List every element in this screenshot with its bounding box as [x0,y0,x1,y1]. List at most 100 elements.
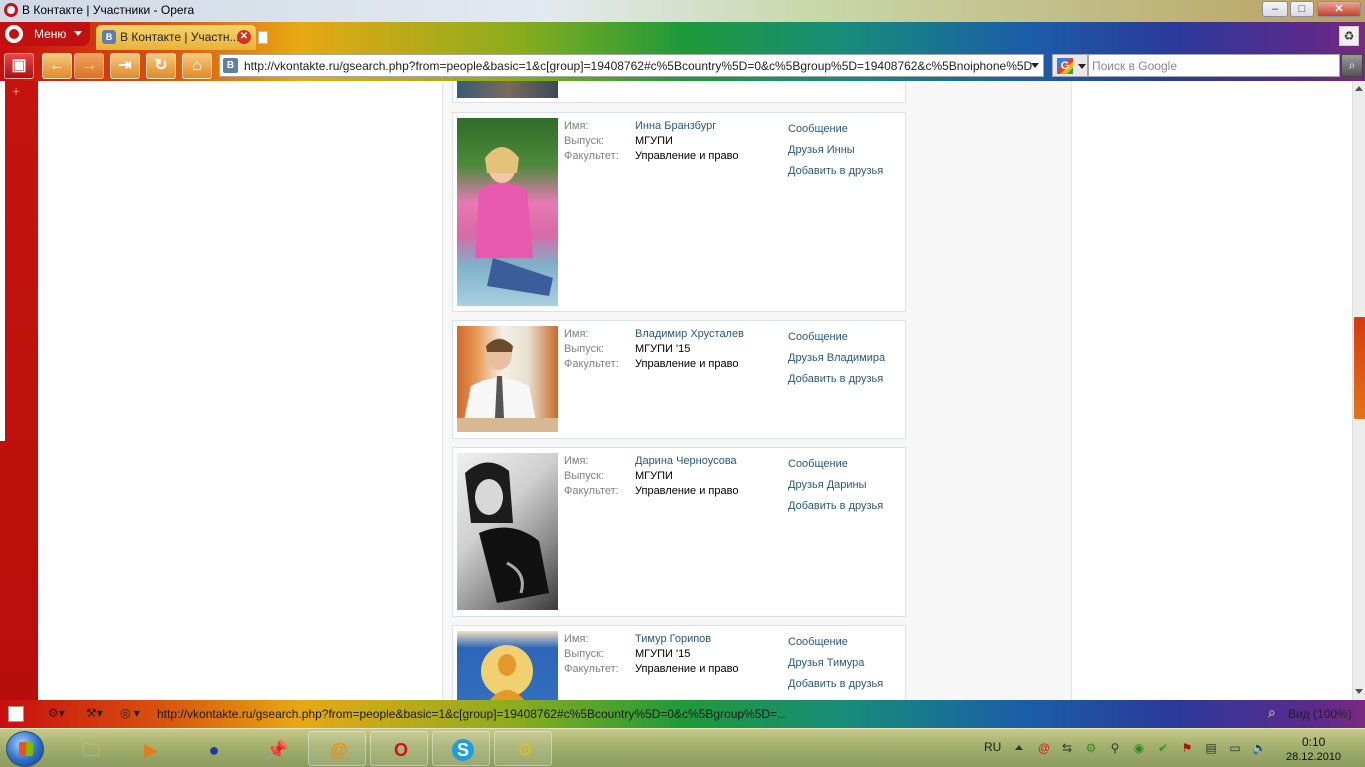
vertical-scrollbar[interactable] [1352,81,1365,700]
windows-taskbar: 🗀 ▶ ● 📌 @ O S ⚙ RU @ ⇆ ⚙ ⚲ ◉ ✔ ⚑ ▤ ▭ 🔈 0… [0,728,1365,767]
taskbar-media-player[interactable]: ▶ [120,731,178,766]
google-icon: G [1057,58,1073,74]
fast-forward-button[interactable]: ⇥ [110,53,140,79]
add-friend-link[interactable]: Добавить в друзья [788,500,883,512]
photo-figure [457,338,558,432]
new-tab-button[interactable] [258,31,268,44]
address-field[interactable]: В http://vkontakte.ru/gsearch.php?from=p… [219,54,1044,77]
add-friend-link[interactable]: Добавить в друзья [788,678,883,690]
profile-photo[interactable] [457,631,558,700]
zoom-icon[interactable]: ⌕ [1268,704,1276,721]
status-url: http://vkontakte.ru/gsearch.php?from=peo… [157,707,788,721]
view-friends-link[interactable]: Друзья Владимира [788,352,885,364]
add-friend-link[interactable]: Добавить в друзья [788,165,883,177]
taskbar-skype[interactable]: S [432,731,490,766]
view-friends-link[interactable]: Друзья Дарины [788,479,867,491]
close-tab-icon[interactable]: ✕ [237,30,251,44]
profile-name-link[interactable]: Тимур Горипов [635,633,711,645]
taskbar-explorer[interactable]: 🗀 [60,731,118,766]
chevron-down-icon[interactable] [1031,63,1039,68]
taskbar-opera[interactable]: O [370,731,428,766]
search-icon[interactable]: ⌕ [1341,54,1363,77]
close-window-button[interactable]: ✕ [1317,1,1361,17]
opera-menu-button[interactable]: Меню [0,22,90,46]
volume-icon[interactable]: 🔈 [1252,741,1267,755]
clock-time[interactable]: 0:10 [1302,735,1325,749]
search-input[interactable] [1088,54,1340,77]
profile-photo[interactable] [457,81,558,98]
result-card-partial [452,81,906,103]
antivirus-tray-icon[interactable]: ◉ [1132,741,1146,755]
panel-toggle-icon[interactable] [8,706,24,722]
tab-vkontakte[interactable]: В В Контакте | Участн... ✕ [96,25,256,50]
security-tray-icon[interactable]: ✔ [1156,741,1170,755]
window-title: В Контакте | Участники - Opera [22,3,195,17]
agent-icon: ● [208,740,220,760]
profile-name-link[interactable]: Инна Бранзбург [635,120,716,132]
faculty-value: Управление и право [635,358,739,370]
scroll-down-arrow-icon[interactable] [1355,689,1363,694]
images-icon[interactable]: ⚒▾ [86,706,103,720]
send-message-link[interactable]: Сообщение [788,123,848,135]
flag-tray-icon[interactable]: ⚑ [1180,741,1194,755]
send-message-link[interactable]: Сообщение [788,331,848,343]
chevron-down-icon [1078,64,1086,69]
forward-button[interactable]: → [74,53,104,79]
field-label-name: Имя: [564,455,589,467]
send-message-link[interactable]: Сообщение [788,458,848,470]
field-label-year: Выпуск: [564,648,604,660]
send-message-link[interactable]: Сообщение [788,636,848,648]
graduation-year: МГУПИ '15 [635,343,691,355]
opera-logo-icon [5,25,23,43]
field-label-faculty: Факультет: [564,358,619,370]
search-engine-selector[interactable]: G [1052,54,1088,77]
skype-icon: S [452,739,474,761]
taskbar-app[interactable]: ⚙ [494,731,552,766]
maximize-button[interactable]: □ [1290,1,1314,17]
taskbar-mail-agent[interactable]: @ [308,731,366,766]
mail-tray-icon[interactable]: @ [1037,741,1051,755]
profile-name-link[interactable]: Дарина Черноусова [635,455,737,467]
add-friend-link[interactable]: Добавить в друзья [788,373,883,385]
back-button[interactable]: ← [42,53,72,79]
taskbar-pin-app[interactable]: 📌 [246,731,304,766]
usb-tray-icon[interactable]: ⚲ [1108,741,1122,755]
photo-figure [481,645,533,700]
minimize-button[interactable]: – [1262,1,1288,17]
window-title-bar: В Контакте | Участники - Opera – □ ✕ [0,0,1365,22]
menu-label: Меню [34,27,67,41]
zoom-level[interactable]: Вид (100%) [1288,707,1352,721]
clock-date[interactable]: 28.12.2010 [1286,751,1341,763]
scroll-up-arrow-icon[interactable] [1355,86,1363,91]
network-tray-icon[interactable]: ⇆ [1060,741,1074,755]
show-hidden-icons-icon[interactable] [1015,745,1023,750]
language-indicator[interactable]: RU [984,740,1001,754]
profile-photo[interactable] [457,326,558,432]
taskbar-agent[interactable]: ● [183,731,241,766]
trash-can-icon[interactable]: ♻ [1339,26,1359,46]
view-friends-link[interactable]: Друзья Тимура [788,657,864,669]
profile-name-link[interactable]: Владимир Хрусталев [635,328,744,340]
scrollbar-thumb[interactable] [1354,317,1365,419]
graduation-year: МГУПИ '15 [635,648,691,660]
settings-tray-icon[interactable]: ⚙ [1084,741,1098,755]
view-friends-link[interactable]: Друзья Инны [788,144,855,156]
speed-dial-icon[interactable]: ◎ ▾ [120,706,140,720]
device-tray-icon[interactable]: ▤ [1204,741,1218,755]
folder-icon: 🗀 [82,740,100,760]
panel-toggle-button[interactable]: ▣ [4,53,34,79]
tab-title: В Контакте | Участн... [120,30,240,44]
tab-bar: Меню В В Контакте | Участн... ✕ ♻ [0,22,1365,50]
result-card: Имя: Тимур Горипов Выпуск: МГУПИ '15 Фак… [452,625,906,700]
start-button[interactable] [6,731,44,767]
add-panel-icon[interactable]: + [12,83,20,99]
turbo-icon[interactable]: ⚙▾ [48,706,65,720]
reload-button[interactable]: ↻ [146,53,176,79]
profile-photo[interactable] [457,118,558,306]
graduation-year: МГУПИ [635,470,673,482]
home-button[interactable]: ⌂ [182,53,212,79]
display-tray-icon[interactable]: ▭ [1228,741,1242,755]
profile-photo[interactable] [457,453,558,610]
pushpin-icon: 📌 [266,740,289,760]
address-text[interactable]: http://vkontakte.ru/gsearch.php?from=peo… [244,59,1034,73]
